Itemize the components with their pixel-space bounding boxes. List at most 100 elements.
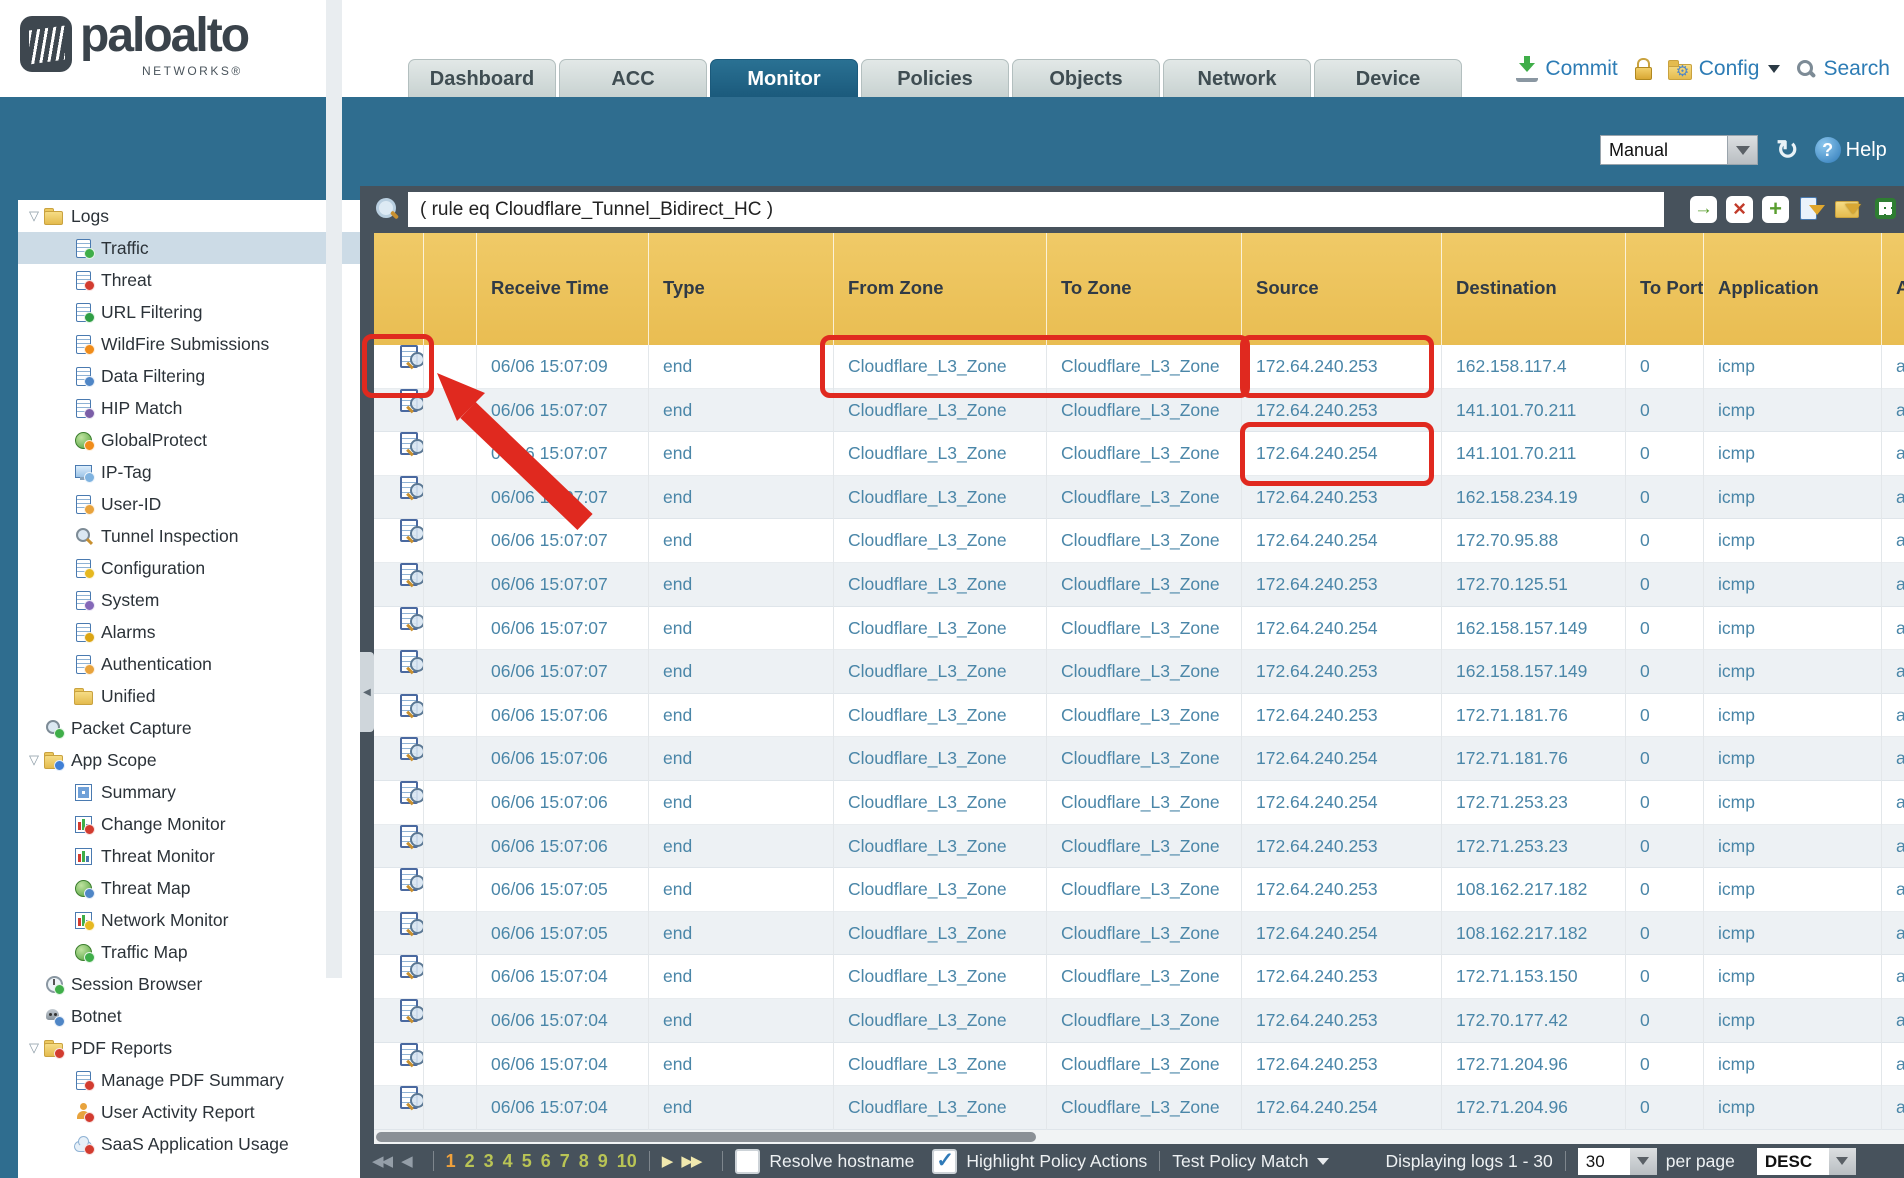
cell-type[interactable]: end (649, 432, 834, 476)
column-header-action_truncated[interactable]: A (1882, 233, 1904, 345)
column-header-to_port[interactable]: To Port (1626, 233, 1704, 345)
load-filter-icon[interactable] (1835, 195, 1863, 223)
cell-type[interactable]: end (649, 1043, 834, 1087)
cell-from_zone[interactable]: Cloudflare_L3_Zone (834, 999, 1047, 1043)
cell-from_zone[interactable]: Cloudflare_L3_Zone (834, 1043, 1047, 1087)
cell-destination[interactable]: 108.162.217.182 (1442, 912, 1626, 956)
page-number-2[interactable]: 2 (465, 1151, 475, 1172)
page-number-7[interactable]: 7 (560, 1151, 570, 1172)
sidebar-collapse-handle[interactable]: ◀ (360, 652, 374, 732)
sidebar-item-logs[interactable]: Logs (18, 200, 360, 232)
cell-from_zone[interactable]: Cloudflare_L3_Zone (834, 432, 1047, 476)
cell-from_zone[interactable]: Cloudflare_L3_Zone (834, 607, 1047, 651)
cell-type[interactable]: end (649, 955, 834, 999)
cell-source[interactable]: 172.64.240.254 (1242, 432, 1442, 476)
cell-application[interactable]: icmp (1704, 650, 1882, 694)
cell-destination[interactable]: 172.70.177.42 (1442, 999, 1626, 1043)
cell-destination[interactable]: 162.158.157.149 (1442, 607, 1626, 651)
cell-destination[interactable]: 141.101.70.211 (1442, 389, 1626, 433)
cell-type[interactable]: end (649, 519, 834, 563)
cell-destination[interactable]: 141.101.70.211 (1442, 432, 1626, 476)
cell-to_zone[interactable]: Cloudflare_L3_Zone (1047, 607, 1242, 651)
cell-source[interactable]: 172.64.240.253 (1242, 999, 1442, 1043)
column-header-destination[interactable]: Destination (1442, 233, 1626, 345)
cell-from_zone[interactable]: Cloudflare_L3_Zone (834, 563, 1047, 607)
cell-to_zone[interactable]: Cloudflare_L3_Zone (1047, 519, 1242, 563)
cell-application[interactable]: icmp (1704, 999, 1882, 1043)
page-number-3[interactable]: 3 (484, 1151, 494, 1172)
cell-application[interactable]: icmp (1704, 563, 1882, 607)
page-number-6[interactable]: 6 (541, 1151, 551, 1172)
expander-triangle-icon[interactable] (24, 1040, 44, 1056)
tab-device[interactable]: Device (1314, 59, 1462, 97)
cell-application[interactable]: icmp (1704, 825, 1882, 869)
cell-to_zone[interactable]: Cloudflare_L3_Zone (1047, 825, 1242, 869)
cell-destination[interactable]: 172.70.95.88 (1442, 519, 1626, 563)
cell-source[interactable]: 172.64.240.253 (1242, 694, 1442, 738)
page-number-5[interactable]: 5 (522, 1151, 532, 1172)
column-header-detail[interactable] (374, 233, 424, 345)
cell-source[interactable]: 172.64.240.253 (1242, 825, 1442, 869)
cell-source[interactable]: 172.64.240.254 (1242, 912, 1442, 956)
cell-to_port[interactable]: 0 (1626, 345, 1704, 389)
refresh-mode-dropdown-arrow[interactable] (1728, 135, 1758, 165)
page-number-4[interactable]: 4 (503, 1151, 513, 1172)
per-page-dropdown-arrow[interactable] (1630, 1148, 1657, 1175)
add-filter-button[interactable]: + (1762, 196, 1789, 223)
sidebar-item-data-filtering[interactable]: Data Filtering (18, 360, 360, 392)
cell-to_zone[interactable]: Cloudflare_L3_Zone (1047, 432, 1242, 476)
tab-acc[interactable]: ACC (559, 59, 707, 97)
cell-destination[interactable]: 172.71.181.76 (1442, 694, 1626, 738)
cell-source[interactable]: 172.64.240.253 (1242, 476, 1442, 520)
cell-to_zone[interactable]: Cloudflare_L3_Zone (1047, 650, 1242, 694)
help-button[interactable]: ? Help (1815, 137, 1887, 163)
sidebar-item-wildfire-submissions[interactable]: WildFire Submissions (18, 328, 360, 360)
cell-source[interactable]: 172.64.240.253 (1242, 955, 1442, 999)
sidebar-item-url-filtering[interactable]: URL Filtering (18, 296, 360, 328)
cell-to_zone[interactable]: Cloudflare_L3_Zone (1047, 1043, 1242, 1087)
cell-type[interactable]: end (649, 912, 834, 956)
cell-to_port[interactable]: 0 (1626, 563, 1704, 607)
cell-from_zone[interactable]: Cloudflare_L3_Zone (834, 737, 1047, 781)
cell-source[interactable]: 172.64.240.253 (1242, 650, 1442, 694)
sidebar-item-traffic-map[interactable]: Traffic Map (18, 936, 360, 968)
commit-button[interactable]: Commit (1516, 56, 1617, 82)
cell-type[interactable]: end (649, 1086, 834, 1130)
log-filter-input[interactable] (408, 192, 1664, 227)
cell-to_zone[interactable]: Cloudflare_L3_Zone (1047, 694, 1242, 738)
cell-destination[interactable]: 162.158.234.19 (1442, 476, 1626, 520)
cell-type[interactable]: end (649, 345, 834, 389)
sidebar-item-unified[interactable]: Unified (18, 680, 360, 712)
cell-destination[interactable]: 172.70.125.51 (1442, 563, 1626, 607)
cell-application[interactable]: icmp (1704, 737, 1882, 781)
cell-to_port[interactable]: 0 (1626, 868, 1704, 912)
cell-to_port[interactable]: 0 (1626, 825, 1704, 869)
cell-type[interactable]: end (649, 389, 834, 433)
sidebar-item-app-scope[interactable]: App Scope (18, 744, 360, 776)
tab-network[interactable]: Network (1163, 59, 1311, 97)
sidebar-item-configuration[interactable]: Configuration (18, 552, 360, 584)
cell-source[interactable]: 172.64.240.254 (1242, 781, 1442, 825)
tab-dashboard[interactable]: Dashboard (408, 59, 556, 97)
cell-source[interactable]: 172.64.240.253 (1242, 345, 1442, 389)
cell-to_zone[interactable]: Cloudflare_L3_Zone (1047, 389, 1242, 433)
cell-application[interactable]: icmp (1704, 1043, 1882, 1087)
cell-to_zone[interactable]: Cloudflare_L3_Zone (1047, 955, 1242, 999)
column-header-type[interactable]: Type (649, 233, 834, 345)
cell-from_zone[interactable]: Cloudflare_L3_Zone (834, 825, 1047, 869)
search-button[interactable]: Search (1796, 57, 1890, 81)
cell-from_zone[interactable]: Cloudflare_L3_Zone (834, 781, 1047, 825)
cell-destination[interactable]: 172.71.181.76 (1442, 737, 1626, 781)
sidebar-item-packet-capture[interactable]: Packet Capture (18, 712, 360, 744)
column-header-from_zone[interactable]: From Zone (834, 233, 1047, 345)
cell-source[interactable]: 172.64.240.253 (1242, 389, 1442, 433)
cell-application[interactable]: icmp (1704, 389, 1882, 433)
next-page-button[interactable]: ▶ (662, 1152, 672, 1170)
cell-type[interactable]: end (649, 476, 834, 520)
sidebar-item-system[interactable]: System (18, 584, 360, 616)
cell-from_zone[interactable]: Cloudflare_L3_Zone (834, 912, 1047, 956)
lock-icon[interactable] (1634, 58, 1652, 80)
sort-order-dropdown-arrow[interactable] (1829, 1148, 1856, 1175)
sidebar-item-hip-match[interactable]: HIP Match (18, 392, 360, 424)
cell-application[interactable]: icmp (1704, 607, 1882, 651)
